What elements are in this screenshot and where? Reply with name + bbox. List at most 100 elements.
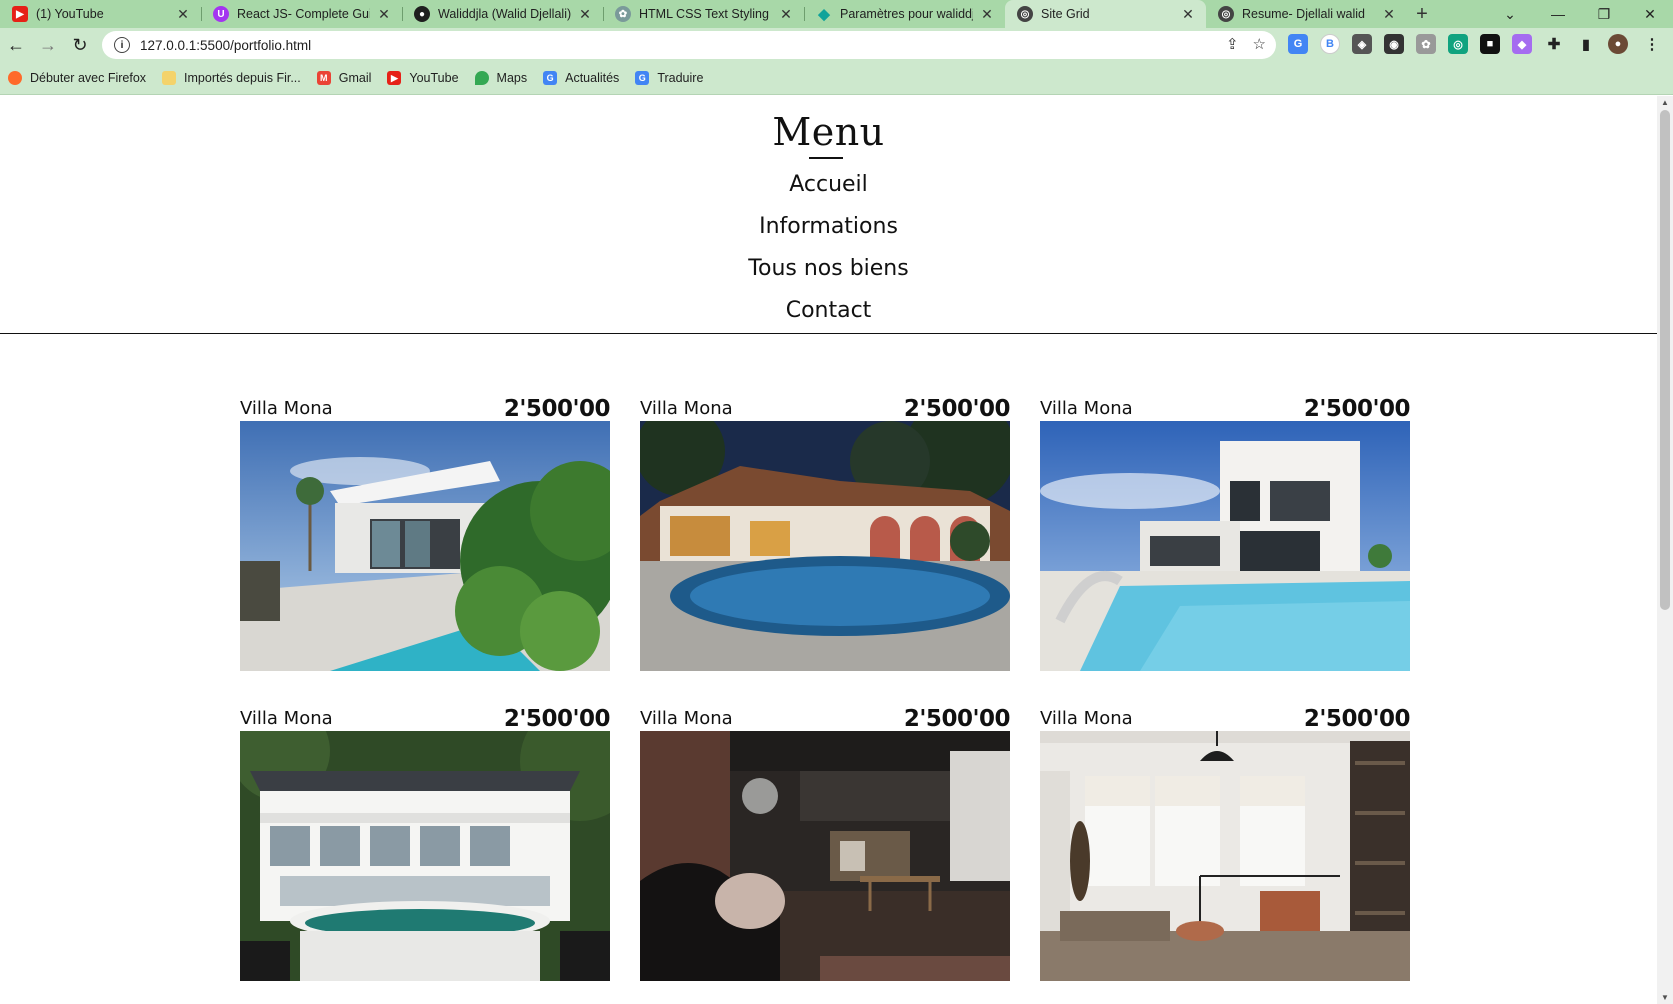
close-icon[interactable]: ✕ <box>376 6 392 23</box>
listing-price: 2'500'00 <box>503 706 611 732</box>
nav-link-informations[interactable]: Informations <box>0 214 1657 239</box>
listing-card[interactable]: Villa Mona 2'500'00 <box>640 706 1011 981</box>
bookmark-item[interactable]: M Gmail <box>316 71 372 85</box>
listing-price: 2'500'00 <box>903 396 1011 422</box>
globe-icon: ◎ <box>1017 6 1033 22</box>
tab-title: React JS- Complete Guide <box>237 7 370 21</box>
firefox-icon <box>8 71 22 85</box>
page-viewport: Menu Accueil Informations Tous nos biens… <box>0 96 1657 1004</box>
close-icon[interactable]: ✕ <box>979 6 995 23</box>
youtube-icon: ▶ <box>387 71 402 85</box>
listing-photo-beach-house[interactable] <box>240 731 610 981</box>
listing-card[interactable]: Villa Mona 2'500'00 <box>240 396 611 671</box>
listing-name: Villa Mona <box>640 398 733 419</box>
listing-name: Villa Mona <box>1040 398 1133 419</box>
address-bar[interactable]: i 127.0.0.1:5500/portfolio.html ⇪ ☆ <box>102 31 1276 59</box>
bookmark-label: Gmail <box>338 71 372 85</box>
bookmark-item[interactable]: ▶ YouTube <box>387 71 459 85</box>
news-icon: G <box>543 71 558 85</box>
openai-icon: ✿ <box>615 6 631 22</box>
new-tab-button[interactable]: + <box>1407 0 1437 28</box>
bookmark-item[interactable]: Débuter avec Firefox <box>8 71 146 85</box>
listing-price: 2'500'00 <box>903 706 1011 732</box>
scroll-up-arrow-icon[interactable]: ▲ <box>1661 98 1669 107</box>
diamond-icon: ◆ <box>818 6 830 23</box>
openai-extension-icon[interactable]: ✿ <box>1416 34 1436 54</box>
tab-title: Resume- Djellali walid <box>1242 7 1365 21</box>
page-scrollbar[interactable]: ▲ ▼ <box>1657 96 1673 1004</box>
listing-name: Villa Mona <box>640 708 733 729</box>
extensions-puzzle-icon[interactable]: ✚ <box>1544 34 1564 54</box>
listing-card[interactable]: Villa Mona 2'500'00 <box>1040 396 1411 671</box>
more-menu-icon[interactable]: ⋮ <box>1642 34 1662 54</box>
scrollbar-thumb[interactable] <box>1660 110 1670 610</box>
listing-photo-industrial-loft[interactable] <box>640 731 1010 981</box>
nav-link-accueil[interactable]: Accueil <box>0 172 1657 197</box>
listing-name: Villa Mona <box>1040 708 1133 729</box>
maps-icon <box>474 71 489 85</box>
listing-card[interactable]: Villa Mona 2'500'00 <box>240 706 611 981</box>
listing-price: 2'500'00 <box>1303 396 1411 422</box>
folder-icon <box>162 71 177 85</box>
profile-avatar[interactable]: ● <box>1608 34 1628 54</box>
tab-search-button[interactable]: ⌄ <box>1487 0 1533 28</box>
nav-link-contact[interactable]: Contact <box>0 298 1657 323</box>
close-icon[interactable]: ✕ <box>175 6 191 23</box>
translate-extension-icon[interactable]: G <box>1288 34 1308 54</box>
tab-title: Site Grid <box>1041 7 1090 21</box>
close-window-button[interactable]: ✕ <box>1627 0 1673 28</box>
globe-icon: ◎ <box>1218 6 1234 22</box>
bookmark-item[interactable]: G Traduire <box>635 71 703 85</box>
restore-button[interactable]: ❐ <box>1581 0 1627 28</box>
browser-tab[interactable]: ◎ Resume- Djellali walid ✕ <box>1206 0 1407 28</box>
header-divider <box>0 333 1657 334</box>
listing-photo-modern-villa[interactable] <box>240 421 610 671</box>
listing-card[interactable]: Villa Mona 2'500'00 <box>640 396 1011 671</box>
menu-title-underline <box>809 157 843 159</box>
browser-tab[interactable]: ✿ HTML CSS Text Styling ✕ <box>603 0 804 28</box>
url-text: 127.0.0.1:5500/portfolio.html <box>140 37 312 53</box>
dark-extension-icon[interactable]: ■ <box>1480 34 1500 54</box>
scroll-down-arrow-icon[interactable]: ▼ <box>1661 993 1669 1002</box>
listing-photo-night-villa[interactable] <box>640 421 1010 671</box>
bookmark-label: Importés depuis Fir... <box>184 71 301 85</box>
browser-tab[interactable]: ◆ Paramètres pour waliddjela ✕ <box>804 0 1005 28</box>
browser-tab-active[interactable]: ◎ Site Grid ✕ <box>1005 0 1206 28</box>
github-icon: ● <box>414 6 430 22</box>
browser-tab[interactable]: ▶ (1) YouTube ✕ <box>0 0 201 28</box>
listing-photo-white-villa[interactable] <box>1040 421 1410 671</box>
close-icon[interactable]: ✕ <box>1180 6 1196 23</box>
bookmark-label: Maps <box>496 71 528 85</box>
listing-card[interactable]: Villa Mona 2'500'00 <box>1040 706 1411 981</box>
share-icon[interactable]: ⇪ <box>1226 35 1239 53</box>
side-panel-icon[interactable]: ▮ <box>1576 34 1596 54</box>
close-icon[interactable]: ✕ <box>778 6 794 23</box>
listing-price: 2'500'00 <box>503 396 611 422</box>
bookmark-item[interactable]: Importés depuis Fir... <box>162 71 301 85</box>
listing-photo-bright-loft[interactable] <box>1040 731 1410 981</box>
youtube-icon: ▶ <box>12 6 28 22</box>
forward-button[interactable]: → <box>32 31 64 59</box>
browser-tab[interactable]: ● Waliddjla (Walid Djellali) ✕ <box>402 0 603 28</box>
bookmark-item[interactable]: G Actualités <box>543 71 619 85</box>
udemy-icon: U <box>213 6 229 22</box>
info-icon[interactable]: i <box>114 37 130 53</box>
bookmark-item[interactable]: Maps <box>474 71 528 85</box>
chatgpt-extension-icon[interactable]: ◎ <box>1448 34 1468 54</box>
browser-tab[interactable]: U React JS- Complete Guide ✕ <box>201 0 402 28</box>
bookmark-label: Débuter avec Firefox <box>30 71 147 85</box>
close-icon[interactable]: ✕ <box>1381 6 1397 23</box>
bookmark-label: Actualités <box>565 71 620 85</box>
nav-link-tous-nos-biens[interactable]: Tous nos biens <box>0 256 1657 281</box>
bing-extension-icon[interactable]: B <box>1320 34 1340 54</box>
bookmark-star-icon[interactable]: ☆ <box>1253 35 1266 53</box>
listing-price: 2'500'00 <box>1303 706 1411 732</box>
shield-extension-icon[interactable]: ◈ <box>1352 34 1372 54</box>
bookmarks-bar: Débuter avec Firefox Importés depuis Fir… <box>0 62 1673 95</box>
reload-button[interactable]: ↻ <box>64 31 96 59</box>
back-button[interactable]: ← <box>0 31 32 59</box>
color-extension-icon[interactable]: ◆ <box>1512 34 1532 54</box>
close-icon[interactable]: ✕ <box>577 6 593 23</box>
minimize-button[interactable]: — <box>1535 0 1581 28</box>
scan-extension-icon[interactable]: ◉ <box>1384 34 1404 54</box>
